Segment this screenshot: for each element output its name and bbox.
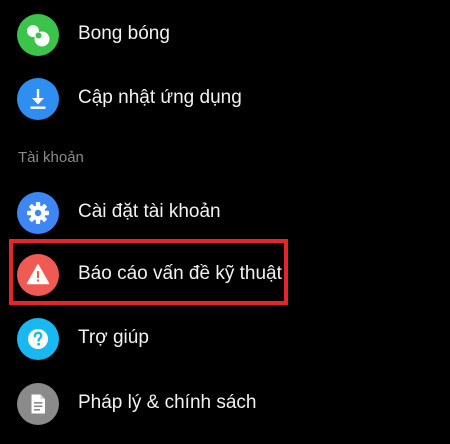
bubbles-icon bbox=[17, 14, 59, 56]
menu-item-help[interactable]: Trợ giúp bbox=[0, 306, 450, 370]
menu-item-label: Cập nhật ứng dụng bbox=[78, 87, 242, 108]
document-icon bbox=[17, 383, 59, 425]
help-icon bbox=[17, 318, 59, 360]
menu-item-label: Trợ giúp bbox=[78, 327, 149, 348]
section-header-account: Tài khoản bbox=[18, 149, 84, 166]
menu-item-bubbles[interactable]: Bong bóng bbox=[0, 2, 450, 66]
gear-icon bbox=[17, 192, 59, 234]
menu-item-label: Pháp lý & chính sách bbox=[78, 392, 257, 413]
menu-item-label: Báo cáo vấn đề kỹ thuật bbox=[78, 263, 282, 284]
warning-icon bbox=[17, 254, 59, 296]
menu-item-app-update[interactable]: Cập nhật ứng dụng bbox=[0, 66, 450, 130]
menu-item-label: Bong bóng bbox=[78, 23, 170, 44]
menu-item-legal-policies[interactable]: Pháp lý & chính sách bbox=[0, 371, 450, 435]
download-icon bbox=[17, 78, 59, 120]
menu-item-account-settings[interactable]: Cài đặt tài khoản bbox=[0, 180, 450, 244]
menu-item-report-problem[interactable]: Báo cáo vấn đề kỹ thuật bbox=[0, 242, 450, 306]
menu-item-label: Cài đặt tài khoản bbox=[78, 201, 221, 222]
